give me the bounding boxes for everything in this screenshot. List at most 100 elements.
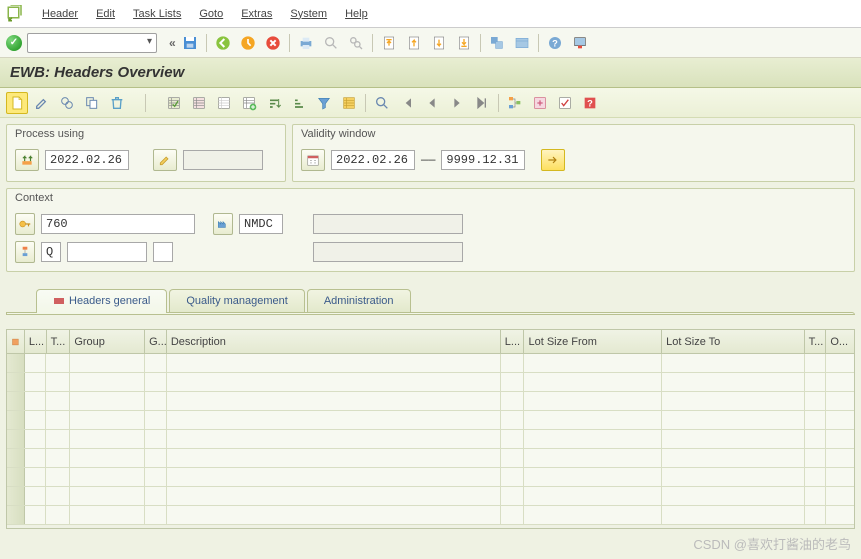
process-change-input[interactable] <box>183 150 263 170</box>
context-plant-icon[interactable] <box>213 213 233 235</box>
grid-row[interactable] <box>7 487 854 506</box>
validity-from-input[interactable]: 2022.02.26 <box>331 150 415 170</box>
edit-button[interactable] <box>31 92 53 114</box>
grid-col-t[interactable]: T... <box>47 330 71 353</box>
grid-row[interactable] <box>7 354 854 373</box>
last-button[interactable] <box>471 92 493 114</box>
help-button[interactable]: ? <box>544 32 566 54</box>
grid-row[interactable] <box>7 506 854 525</box>
app-menu-icon[interactable] <box>6 5 24 23</box>
create-button[interactable] <box>6 92 28 114</box>
grid-col-lot-from[interactable]: Lot Size From <box>524 330 662 353</box>
app-help-button[interactable]: ? <box>579 92 601 114</box>
save-button[interactable] <box>179 32 201 54</box>
tab-administration[interactable]: Administration <box>307 289 411 312</box>
context-value5-input[interactable] <box>153 242 173 262</box>
page-title: EWB: Headers Overview <box>0 58 861 88</box>
grid-col-g[interactable]: G... <box>145 330 167 353</box>
validity-calendar-button[interactable] <box>301 149 325 171</box>
tab-label: Headers general <box>69 295 150 307</box>
grid-row[interactable] <box>7 430 854 449</box>
layout-button[interactable] <box>569 32 591 54</box>
menu-task-lists[interactable]: Task Lists <box>125 4 189 24</box>
print-button[interactable] <box>295 32 317 54</box>
mass-change-button[interactable] <box>529 92 551 114</box>
prev-button[interactable] <box>421 92 443 114</box>
grid-row[interactable] <box>7 449 854 468</box>
grid-col-description[interactable]: Description <box>167 330 501 353</box>
filter-button[interactable] <box>313 92 335 114</box>
command-field[interactable] <box>27 33 157 53</box>
find-next-button[interactable] <box>345 32 367 54</box>
exit-button[interactable] <box>237 32 259 54</box>
process-date-input[interactable]: 2022.02.26 <box>45 150 129 170</box>
menu-help[interactable]: Help <box>337 4 376 24</box>
context-value3-input[interactable]: Q <box>41 242 61 262</box>
cancel-button[interactable] <box>262 32 284 54</box>
next-button[interactable] <box>446 92 468 114</box>
validity-apply-button[interactable] <box>541 149 565 171</box>
validity-title: Validity window <box>293 125 854 143</box>
grid-row[interactable] <box>7 373 854 392</box>
context-title: Context <box>7 189 854 207</box>
deselect-all-button[interactable] <box>188 92 210 114</box>
context-value4-input[interactable] <box>67 242 147 262</box>
back-button[interactable] <box>212 32 234 54</box>
grid-row[interactable] <box>7 392 854 411</box>
menu-header[interactable]: Header <box>34 4 86 24</box>
grid-col-l1[interactable]: L... <box>25 330 47 353</box>
tab-headers-general[interactable]: Headers general <box>36 289 167 313</box>
export-button[interactable] <box>238 92 260 114</box>
hierarchy-button[interactable] <box>504 92 526 114</box>
tab-strip: Headers general Quality management Admin… <box>6 286 855 312</box>
grid-col-group[interactable]: Group <box>70 330 145 353</box>
layout-variant-button[interactable] <box>338 92 360 114</box>
context-key-icon[interactable] <box>15 213 35 235</box>
process-using-panel: Process using 2022.02.26 <box>6 124 286 182</box>
data-grid: L... T... Group G... Description L... Lo… <box>6 329 855 529</box>
prev-page-button[interactable] <box>403 32 425 54</box>
sort-asc-button[interactable] <box>263 92 285 114</box>
grid-col-t2[interactable]: T... <box>805 330 827 353</box>
grid-col-lot-to[interactable]: Lot Size To <box>662 330 805 353</box>
enter-button[interactable]: ✓ <box>6 35 22 51</box>
first-button[interactable] <box>396 92 418 114</box>
find-button[interactable] <box>320 32 342 54</box>
sort-desc-button[interactable] <box>288 92 310 114</box>
context-panel: Context 760 NMDC Q <box>6 188 855 272</box>
check-button[interactable] <box>554 92 576 114</box>
grid-col-l2[interactable]: L... <box>501 330 525 353</box>
toolbar-collapse-icon[interactable]: « <box>169 36 176 50</box>
grid-row[interactable] <box>7 468 854 487</box>
svg-text:?: ? <box>552 38 558 48</box>
grid-select-all[interactable] <box>7 330 25 353</box>
menu-edit[interactable]: Edit <box>88 4 123 24</box>
delete-button[interactable] <box>106 92 128 114</box>
context-desc2-input[interactable] <box>313 242 463 262</box>
display-button[interactable] <box>56 92 78 114</box>
svg-text:?: ? <box>587 98 593 108</box>
tab-quality-management[interactable]: Quality management <box>169 289 305 312</box>
last-page-button[interactable] <box>453 32 475 54</box>
new-session-button[interactable] <box>486 32 508 54</box>
select-all-button[interactable] <box>163 92 185 114</box>
details-button[interactable] <box>371 92 393 114</box>
process-change-button[interactable] <box>153 149 177 171</box>
copy-button[interactable] <box>81 92 103 114</box>
shortcut-button[interactable] <box>511 32 533 54</box>
grid-row[interactable] <box>7 411 854 430</box>
context-desc1-input[interactable] <box>313 214 463 234</box>
context-value1-input[interactable]: 760 <box>41 214 195 234</box>
table-settings-button[interactable] <box>213 92 235 114</box>
work-area: Process using 2022.02.26 Validity window… <box>0 118 861 559</box>
menu-system[interactable]: System <box>282 4 335 24</box>
first-page-button[interactable] <box>378 32 400 54</box>
grid-col-o[interactable]: O... <box>826 330 854 353</box>
next-page-button[interactable] <box>428 32 450 54</box>
context-value2-input[interactable]: NMDC <box>239 214 283 234</box>
process-date-picker-button[interactable] <box>15 149 39 171</box>
context-type-icon[interactable] <box>15 241 35 263</box>
menu-extras[interactable]: Extras <box>233 4 280 24</box>
validity-to-input[interactable]: 9999.12.31 <box>441 150 525 170</box>
menu-goto[interactable]: Goto <box>191 4 231 24</box>
